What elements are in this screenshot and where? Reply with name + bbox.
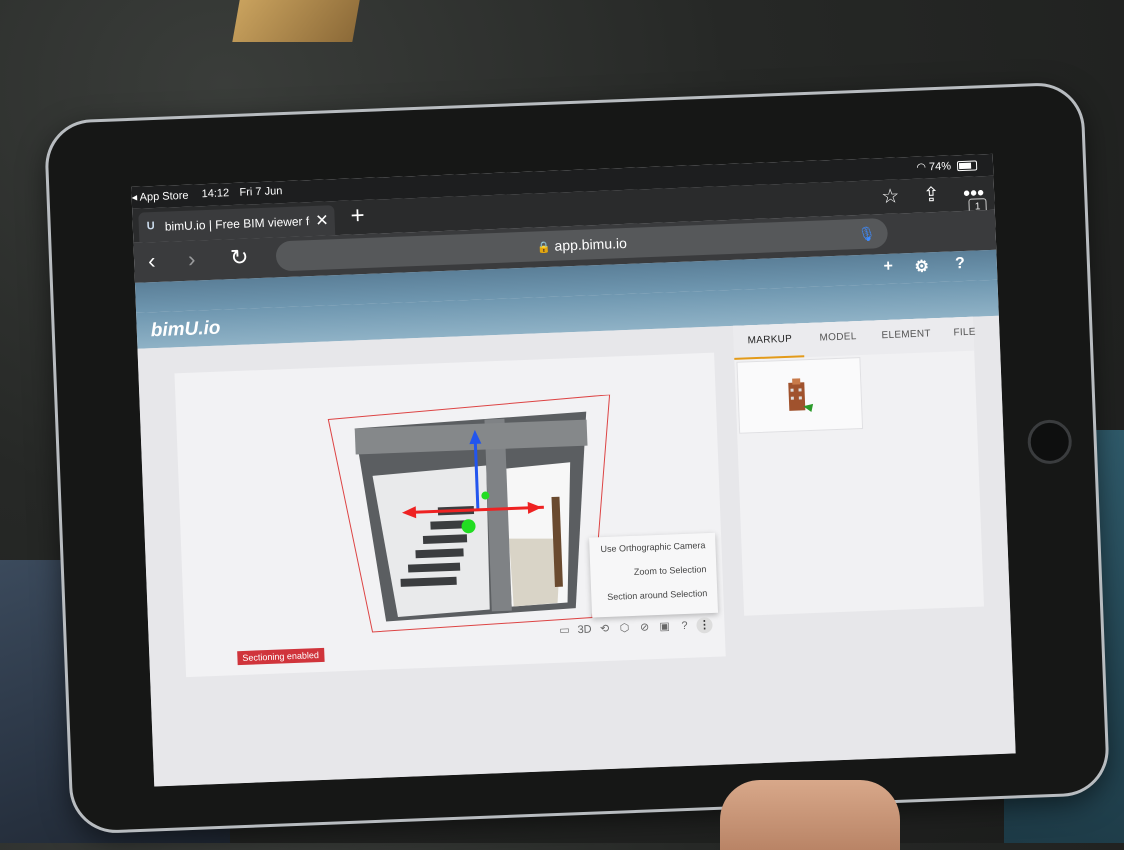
lock-icon: 🔒 [536,241,551,255]
tab-title: bimU.io | Free BIM viewer fo [164,214,310,234]
model-scene[interactable] [324,394,621,636]
status-date: Fri 7 Jun [239,185,283,199]
background-hand [720,780,900,850]
tablet-device: ◂ App Store 14:12 Fri 7 Jun ◠ 74% U bimU… [46,84,1108,832]
back-to-app-link[interactable]: ◂ App Store [131,189,188,204]
section-around-selection-option[interactable]: Section around Selection [591,581,718,610]
url-text: app.bimu.io [554,234,628,254]
status-right: ◠ 74% [916,158,978,174]
close-icon[interactable]: ✕ [315,210,329,230]
cube-icon[interactable]: ⬡ [616,620,633,637]
help-icon[interactable]: ? [955,255,965,273]
gear-icon[interactable]: ⚙ [914,256,929,277]
tab-favicon: U [146,220,155,233]
help-icon[interactable]: ? [676,618,693,635]
context-menu: Use Orthographic Camera Zoom to Selectio… [589,532,719,618]
main-area: Use Orthographic Camera Zoom to Selectio… [137,315,1016,787]
battery-level: 74% [928,160,952,174]
background-book [232,0,360,42]
tab-model[interactable]: MODEL [819,331,856,343]
status-time: 14:12 [201,187,230,201]
home-button[interactable] [1026,419,1073,465]
tab-markup[interactable]: MARKUP [747,334,792,347]
tab-file[interactable]: FILE [953,327,976,339]
share-icon[interactable]: ⇪ [922,184,940,207]
image-icon[interactable]: ▭ [556,622,573,639]
plus-icon[interactable]: + [883,258,893,276]
tablet-screen: ◂ App Store 14:12 Fri 7 Jun ◠ 74% U bimU… [131,153,1016,787]
tab-element[interactable]: ELEMENT [881,328,931,341]
new-tab-button[interactable]: + [350,202,365,231]
3d-icon[interactable]: 3D [576,622,593,639]
3d-viewer[interactable]: Use Orthographic Camera Zoom to Selectio… [174,352,726,678]
markup-thumbnail[interactable] [736,357,864,434]
frame-icon[interactable]: ▣ [656,618,673,635]
sectioning-badge: Sectioning enabled [237,647,325,666]
more-icon[interactable]: ⋮ [696,616,713,634]
back-icon[interactable]: ‹ [148,248,156,274]
browser-actions: ☆ ⇪ ••• [863,180,985,210]
bookmark-star-icon[interactable]: ☆ [881,185,900,208]
wifi-icon: ◠ [916,161,927,174]
forward-icon[interactable]: › [188,247,196,273]
building-thumbnail-icon [788,378,814,412]
battery-icon [956,160,978,172]
reload-icon[interactable]: ↻ [230,244,249,271]
app-logo[interactable]: bimU.io [150,318,220,343]
orbit-icon[interactable]: ⟲ [596,621,613,638]
side-panel: MARKUP MODEL ELEMENT FILE [733,316,984,616]
microphone-icon[interactable]: 🎙 [857,218,876,249]
hide-icon[interactable]: ⊘ [636,619,653,636]
